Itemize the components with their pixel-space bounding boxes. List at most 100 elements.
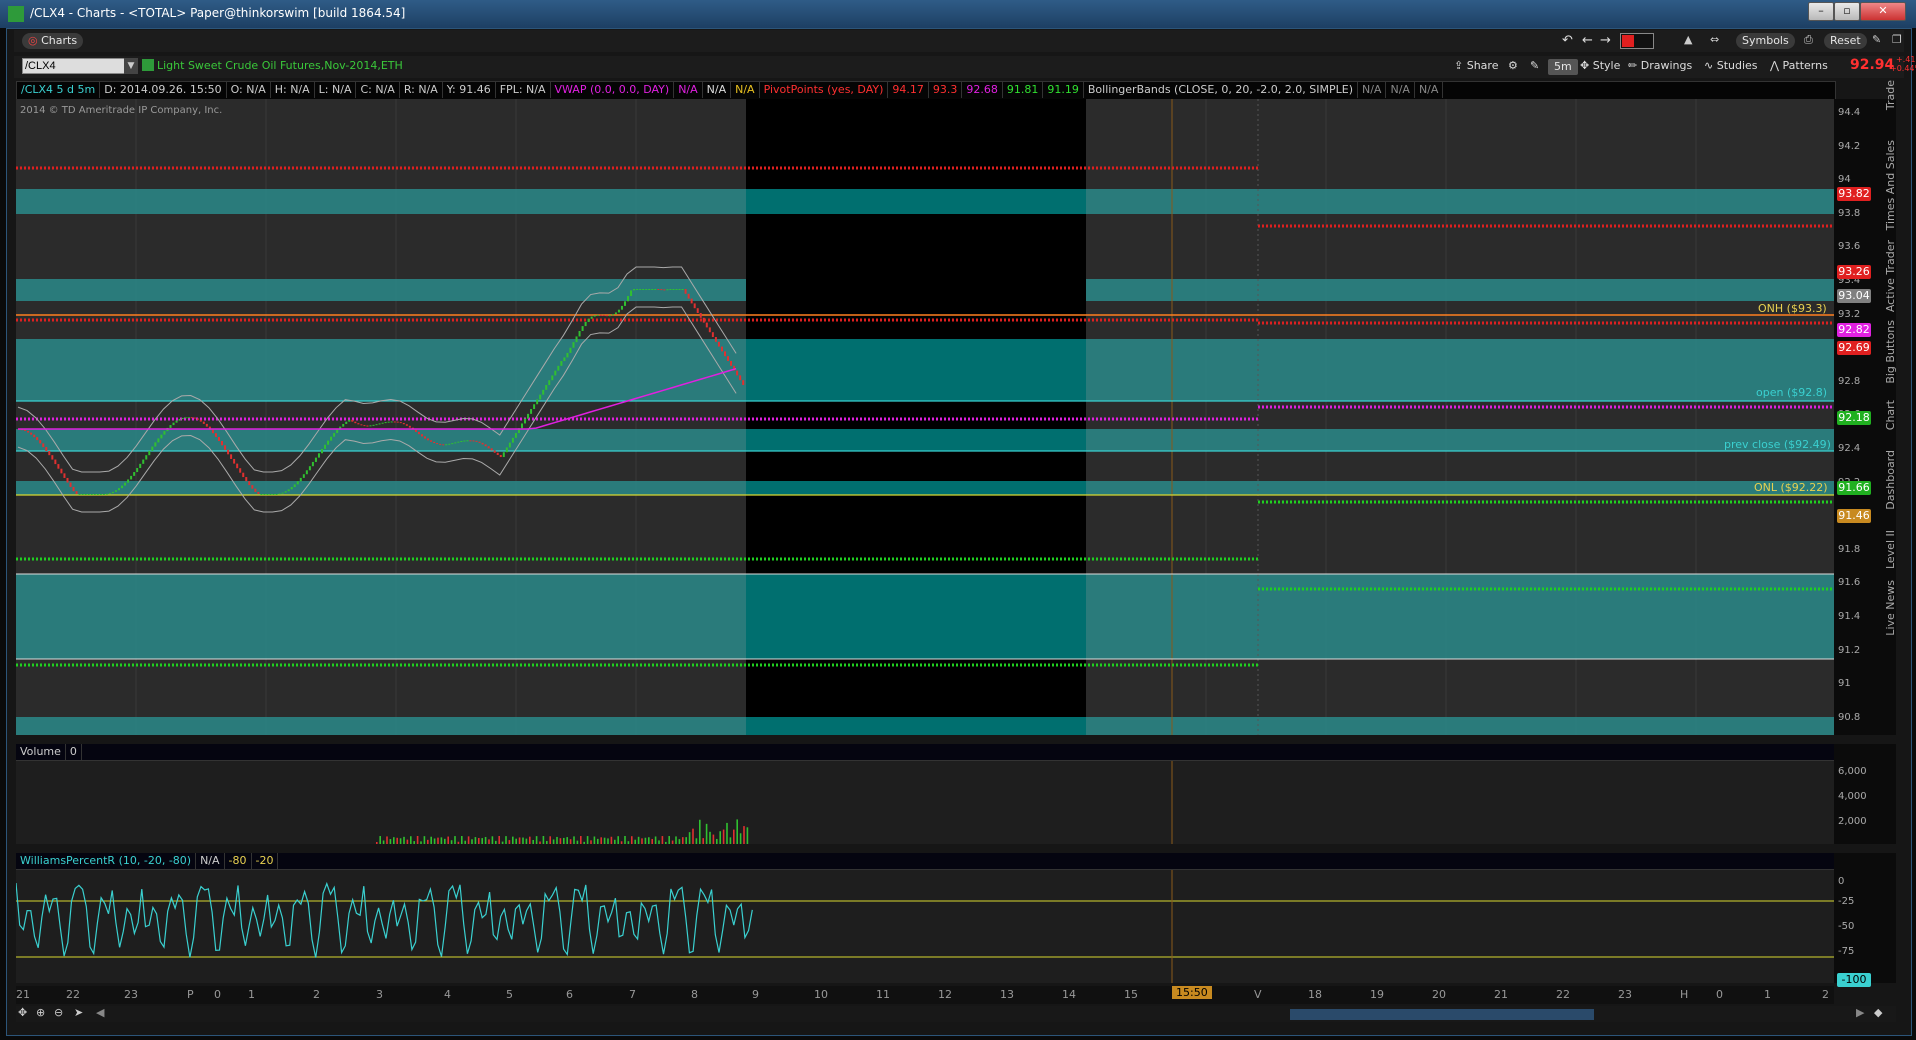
candle [533, 404, 535, 409]
candle [582, 326, 584, 331]
color-swatch[interactable] [1620, 33, 1654, 49]
print-icon[interactable]: ⎙ [1804, 33, 1813, 47]
cursor-icon[interactable]: ➤ [74, 1006, 83, 1019]
time-axis-label: 12 [938, 988, 952, 1001]
volume-bar [458, 842, 460, 844]
candle [173, 423, 175, 425]
volume-label[interactable]: Volume [16, 744, 66, 760]
candle [194, 418, 196, 419]
side-tab[interactable]: Active Trader [1884, 240, 1904, 312]
time-axis-label: 2 [313, 988, 320, 1001]
candle [382, 423, 384, 424]
williams-r-panel[interactable]: WilliamsPercentR (10, -20, -80) N/A -80 -20 [16, 853, 1834, 983]
volume-bar [532, 840, 534, 844]
candle [376, 424, 378, 425]
volume-bar [634, 840, 636, 844]
volume-bar [580, 836, 582, 844]
close-button[interactable]: ✕ [1860, 2, 1906, 21]
instrument-description: Light Sweet Crude Oil Futures,Nov-2014,E… [157, 59, 403, 72]
patterns-button[interactable]: ⋀ Patterns [1770, 59, 1828, 72]
candle [448, 444, 450, 445]
alert-icon[interactable]: ▲ [1684, 33, 1692, 46]
info-bb[interactable]: BollingerBands (CLOSE, 0, 20, -2.0, 2.0,… [1084, 82, 1358, 98]
pan-icon[interactable]: ✥ [18, 1006, 27, 1019]
candle [488, 446, 490, 448]
scrollbar-thumb[interactable] [1290, 1009, 1594, 1020]
zoom-out-icon[interactable]: ⊖ [54, 1006, 63, 1019]
style-button[interactable]: ✥ Style [1580, 59, 1620, 72]
expand-icon[interactable]: ◆ [1874, 1006, 1882, 1019]
settings-icon[interactable]: ⚙ [1508, 59, 1518, 72]
side-tab[interactable]: Big Buttons [1884, 320, 1904, 384]
side-tab[interactable]: Times And Sales [1884, 140, 1904, 230]
volume-panel[interactable]: Volume 0 [16, 744, 1834, 844]
timeframe-button[interactable]: 5m [1548, 59, 1578, 75]
volume-bar [447, 837, 449, 844]
candle [379, 423, 381, 424]
price-chart[interactable]: 2014 © TD Ameritrade IP Company, Inc. ON… [16, 99, 1834, 735]
candle [45, 447, 47, 451]
volume-value: 0 [66, 744, 82, 760]
share-button[interactable]: ⇪ Share [1454, 59, 1498, 72]
price-chart-svg [16, 99, 1834, 735]
onl-label: ONL ($92.22) [1754, 481, 1828, 494]
charts-tab-icon: ◎ [28, 34, 38, 47]
candle [457, 442, 459, 443]
candle [469, 440, 471, 441]
cursor-time-badge: 15:50 [1172, 986, 1212, 999]
info-vwap[interactable]: VWAP (0.0, 0.0, DAY) [551, 82, 675, 98]
wpr-label[interactable]: WilliamsPercentR (10, -20, -80) [16, 853, 196, 869]
volume-bar [641, 838, 643, 844]
candle [327, 441, 329, 445]
scroll-left-icon[interactable]: ◀ [96, 1006, 104, 1019]
candle [497, 453, 499, 455]
maximize-button[interactable]: ▫ [1834, 2, 1860, 21]
volume-bar [617, 836, 619, 844]
candle [539, 395, 541, 400]
zoom-in-icon[interactable]: ⊕ [36, 1006, 45, 1019]
candle [709, 327, 711, 332]
undo-icon[interactable]: ↶ [1562, 33, 1573, 48]
volume-bar [747, 827, 749, 844]
detach-icon[interactable]: ❐ [1892, 33, 1902, 46]
side-tab[interactable]: Chart [1884, 400, 1904, 430]
studies-button[interactable]: ∿ Studies [1704, 59, 1758, 72]
pin-icon[interactable]: ✎ [1872, 33, 1881, 46]
candle [151, 447, 153, 451]
candle [230, 454, 232, 459]
time-axis-label: 23 [124, 988, 138, 1001]
candle [54, 460, 56, 465]
candle [721, 347, 723, 352]
time-axis-label: 21 [1494, 988, 1508, 1001]
symbol-dropdown-icon[interactable]: ▼ [124, 58, 138, 74]
scroll-right-icon[interactable]: ▶ [1856, 1006, 1864, 1019]
symbol-input[interactable] [22, 58, 128, 74]
reset-button[interactable]: Reset [1824, 33, 1867, 49]
time-axis[interactable]: 21 22 23 P 0 1 2 3 4 5 6 7 8 9 10 11 12 13 14 15 V 18 19 20 21 22… [16, 986, 1834, 1004]
volume-bar [733, 830, 735, 844]
candle [76, 491, 78, 494]
candle [527, 414, 529, 419]
side-tab[interactable]: Dashboard [1884, 450, 1904, 510]
link-icon[interactable]: ⇔ [1710, 33, 1719, 46]
time-axis-label: 13 [1000, 988, 1014, 1001]
drawings-button[interactable]: ✏ Drawings [1628, 59, 1692, 72]
symbols-button[interactable]: Symbols [1736, 33, 1795, 49]
volume-bar [434, 838, 436, 844]
candle [542, 390, 544, 395]
price-axis-label: 91.8 [1838, 544, 1860, 555]
side-tab[interactable]: Live News [1884, 580, 1904, 636]
price-badge: 92.69 [1837, 341, 1871, 355]
side-tab[interactable]: Level II [1884, 530, 1904, 569]
candle [479, 442, 481, 443]
side-tab[interactable]: Trade [1884, 80, 1904, 110]
candle [706, 323, 708, 328]
charts-tab[interactable]: ◎ Charts [22, 33, 83, 49]
wrench-icon[interactable]: ✎ [1530, 59, 1539, 72]
back-icon[interactable]: ← [1582, 33, 1593, 48]
info-y: Y: 91.46 [443, 82, 496, 98]
minimize-button[interactable]: – [1808, 2, 1834, 21]
info-pivot[interactable]: PivotPoints (yes, DAY) [760, 82, 889, 98]
studies-icon: ∿ [1704, 59, 1713, 72]
forward-icon[interactable]: → [1600, 33, 1611, 48]
